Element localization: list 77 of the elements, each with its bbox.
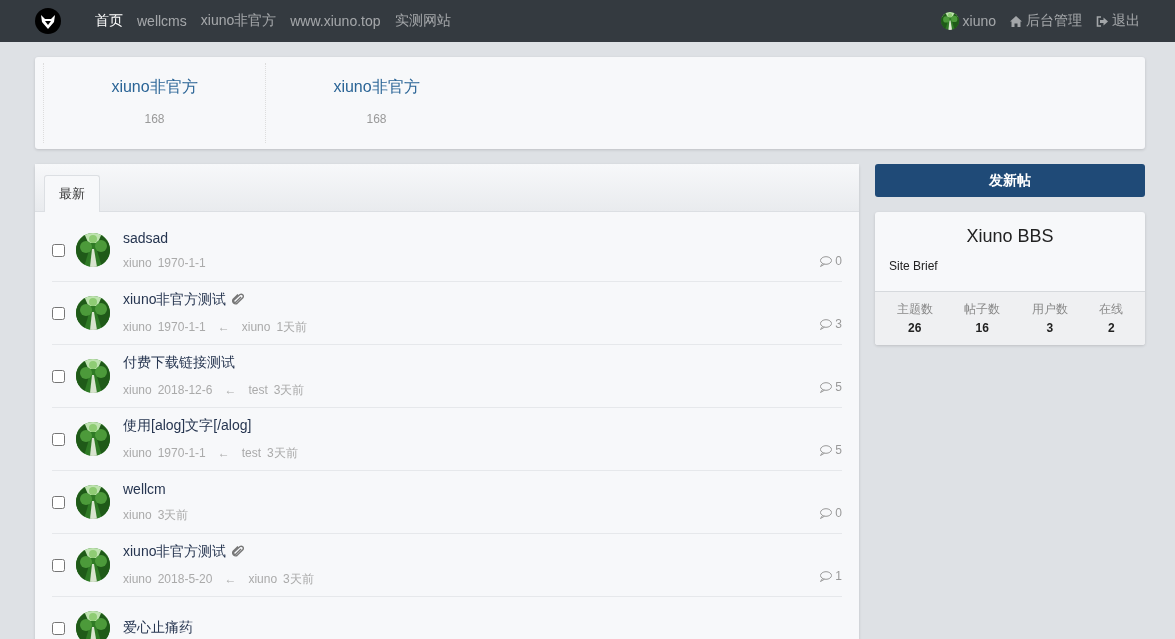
thread-checkbox[interactable] — [52, 495, 65, 509]
thread-checkbox[interactable] — [52, 243, 65, 257]
thread-date: 3天前 — [157, 506, 189, 524]
site-brief: Site Brief — [889, 259, 939, 273]
reply-count: 1 — [819, 569, 842, 583]
thread-checkbox[interactable] — [52, 432, 65, 446]
nav-link[interactable]: wellcms — [137, 13, 187, 29]
thread-date: 2018-5-20 — [157, 572, 213, 586]
thread-author: xiuno — [123, 256, 152, 270]
reply-count: 5 — [819, 443, 842, 457]
nav-link[interactable]: xiuno非官方 — [200, 12, 277, 30]
new-thread-button[interactable]: 发新帖 — [875, 164, 1145, 197]
thread-date: 1970-1-1 — [157, 446, 206, 460]
stat-label: 帖子数 — [964, 301, 1001, 318]
stat-value: 26 — [908, 321, 922, 335]
comment-icon — [819, 570, 833, 582]
comment-icon — [819, 381, 833, 393]
thread-checkbox[interactable] — [52, 306, 65, 320]
last-reply-time: 3天前 — [267, 444, 298, 462]
reply-count: 0 — [819, 506, 842, 520]
arrow-glyph: ← — [224, 383, 237, 397]
stat-value: 3 — [1046, 321, 1054, 335]
reply-count: 3 — [819, 317, 842, 331]
stat-label: 主题数 — [896, 301, 933, 318]
thread-checkbox[interactable] — [52, 369, 65, 383]
thread-date: 1970-1-1 — [157, 256, 206, 270]
nav-link[interactable]: www.xiuno.top — [290, 13, 381, 29]
nav-link[interactable]: 实测网站 — [394, 12, 451, 30]
thread-author: xiuno — [123, 446, 152, 460]
thread-author: xiuno — [123, 383, 152, 397]
nav-link[interactable]: 首页 — [95, 12, 123, 30]
admin-link[interactable]: 后台管理 — [1010, 12, 1082, 30]
thread-title[interactable]: 使用[alog]文字[/alog] — [123, 416, 252, 435]
logout-icon — [1096, 15, 1108, 27]
thread-title[interactable]: 爱心止痛药 — [123, 619, 193, 637]
arrow-glyph: ← — [224, 572, 237, 586]
comment-icon — [819, 507, 833, 519]
thread-date: 1970-1-1 — [157, 320, 206, 334]
last-reply-time: 3天前 — [273, 381, 305, 399]
logo-icon[interactable] — [35, 8, 61, 34]
stat-label: 用户数 — [1031, 301, 1068, 318]
thread-title[interactable]: xiuno非官方测试 — [123, 290, 227, 309]
last-replier: test — [248, 383, 268, 397]
last-reply-time: 1天前 — [276, 318, 308, 336]
thread-title[interactable]: wellcm — [123, 480, 166, 497]
reply-count: 0 — [819, 254, 842, 268]
site-title: Xiuno BBS — [965, 226, 1055, 247]
thread-author: xiuno — [123, 320, 152, 334]
thread-title[interactable]: 付费下载链接测试 — [123, 353, 235, 372]
tab[interactable]: 最新 — [44, 175, 100, 212]
arrow-glyph: ← — [217, 446, 230, 460]
comment-icon — [819, 255, 833, 267]
forum-count: 168 — [366, 112, 387, 126]
thread-checkbox[interactable] — [52, 621, 65, 635]
forum-name[interactable]: xiuno非官方 — [111, 77, 198, 98]
reply-count: 5 — [819, 380, 842, 394]
stat-value: 2 — [1107, 321, 1115, 335]
thread-checkbox[interactable] — [52, 558, 65, 572]
last-replier: xiuno — [241, 320, 271, 334]
comment-icon — [819, 444, 833, 456]
thread-title[interactable]: sadsad — [123, 230, 169, 246]
thread-title[interactable]: xiuno非官方测试 — [123, 542, 227, 561]
last-reply-time: 3天前 — [283, 570, 314, 588]
user-link[interactable]: xiuno — [940, 12, 996, 30]
thread-author: xiuno — [123, 508, 152, 522]
logout-link[interactable]: 退出 — [1096, 12, 1140, 30]
arrow-glyph: ← — [217, 320, 230, 334]
last-replier: test — [241, 446, 262, 460]
forum-count: 168 — [144, 112, 165, 126]
stat-label: 在线 — [1099, 301, 1124, 318]
thread-author: xiuno — [123, 572, 152, 586]
home-icon — [1010, 15, 1022, 27]
comment-icon — [819, 318, 833, 330]
thread-date: 2018-12-6 — [157, 383, 213, 397]
forum-name[interactable]: xiuno非官方 — [333, 77, 420, 98]
last-replier: xiuno — [248, 572, 278, 586]
stat-value: 16 — [975, 321, 989, 335]
